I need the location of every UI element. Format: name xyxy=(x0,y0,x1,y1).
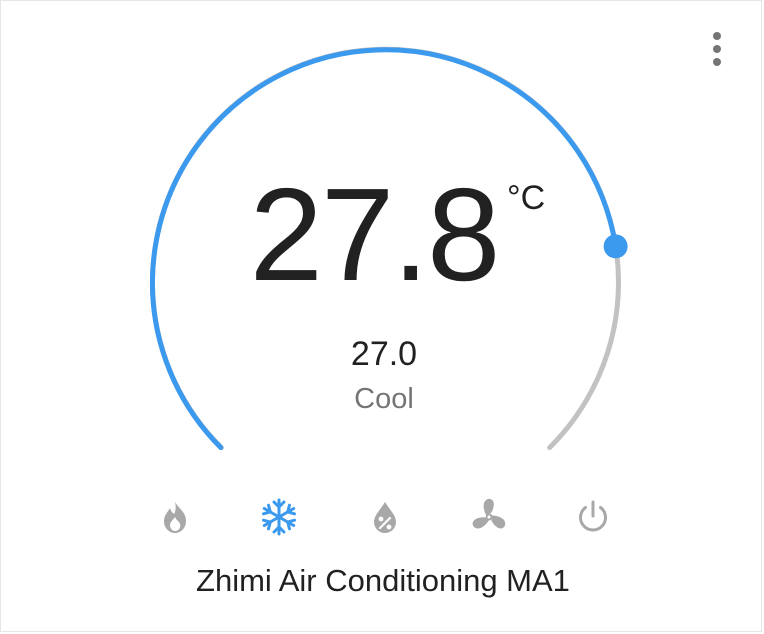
hvac-mode-bar xyxy=(1,495,764,539)
current-temperature: 27.8 xyxy=(249,161,501,308)
hvac-mode-label: Cool xyxy=(354,383,414,415)
mode-off-button[interactable] xyxy=(571,495,615,539)
target-temperature: 27.0 xyxy=(350,335,418,373)
mode-fan-button[interactable] xyxy=(467,495,511,539)
mode-cool-button[interactable] xyxy=(257,495,301,539)
mode-heat-button[interactable] xyxy=(153,495,197,539)
flame-icon xyxy=(164,501,186,533)
temperature-unit: °C xyxy=(507,179,546,217)
mode-dry-button[interactable] xyxy=(363,495,407,539)
dial-handle[interactable] xyxy=(603,234,628,259)
fan-icon xyxy=(472,498,506,529)
water-percent-icon xyxy=(374,502,396,533)
thermostat-card: 27.8 °C 27.0 Cool Zhimi Air Conditioning… xyxy=(0,0,762,632)
power-icon xyxy=(579,500,607,532)
snowflake-icon xyxy=(262,498,296,536)
device-name: Zhimi Air Conditioning MA1 xyxy=(196,563,570,598)
